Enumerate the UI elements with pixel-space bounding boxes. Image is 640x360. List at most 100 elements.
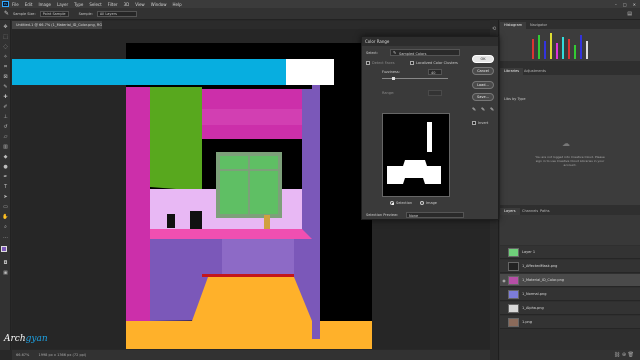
invert-label: Invert <box>478 121 489 125</box>
new-layer-icon[interactable]: ⊕ <box>622 352 626 358</box>
tab-navigator[interactable]: Navigator <box>526 22 551 29</box>
menu-edit[interactable]: Edit <box>25 2 33 7</box>
zoom-readout[interactable]: 66.67% <box>16 353 29 357</box>
tab-paths[interactable]: Paths <box>536 208 554 215</box>
quick-mask-icon[interactable]: ◘ <box>2 260 9 267</box>
window-controls: – □ ✕ <box>615 2 636 7</box>
layer-row[interactable]: 1.png <box>500 316 640 329</box>
layer-row[interactable]: 1_Alpha.png <box>500 302 640 315</box>
blur-tool-icon[interactable]: ◆ <box>2 154 9 161</box>
minimize-icon[interactable]: – <box>615 2 617 7</box>
eyedropper-plus-icon[interactable]: ✎ <box>481 107 485 113</box>
menu-window[interactable]: Window <box>151 2 167 7</box>
archgyan-logo: Arch gyan <box>4 330 48 348</box>
sample-dropdown[interactable]: All Layers <box>96 10 137 17</box>
fuzziness-value: 40 <box>431 71 436 75</box>
preview-mode-dropdown[interactable]: None <box>406 212 464 218</box>
layer-thumbnail <box>508 261 519 271</box>
eyedropper-small-icon: ✎ <box>393 50 397 55</box>
image-radio[interactable] <box>420 201 424 205</box>
fuzziness-label: Fuzziness: <box>382 70 400 74</box>
cancel-button[interactable]: Cancel <box>472 67 494 75</box>
crop-tool-icon[interactable]: ⌗ <box>2 64 9 71</box>
screen-mode-icon[interactable]: ▣ <box>2 270 9 277</box>
document-tab[interactable]: Untitled-1 @ 66.7% (1_Material_ID_Color.… <box>12 21 102 29</box>
link-layers-icon[interactable]: ⛓ <box>614 352 620 358</box>
eyedropper-icon[interactable]: ✎ <box>2 84 9 91</box>
maximize-icon[interactable]: □ <box>623 2 627 7</box>
layer-row[interactable]: 1_AffectedMask.png <box>500 260 640 273</box>
range-label: Range: <box>382 91 395 95</box>
menu-file[interactable]: File <box>12 2 19 7</box>
layers-footer-icons: ⛓ ⊕ 🗑 <box>500 350 640 360</box>
brush-tool-icon[interactable]: ✐ <box>2 104 9 111</box>
library-type-select[interactable]: Libs by Type <box>504 97 526 101</box>
hand-tool-icon[interactable]: ✋ <box>2 214 9 221</box>
layer-name: Layer 1 <box>522 250 536 254</box>
history-brush-icon[interactable]: ↺ <box>2 124 9 131</box>
menu-view[interactable]: View <box>135 2 145 7</box>
menu-type[interactable]: Type <box>74 2 83 7</box>
libraries-message: You are not logged into Creative Cloud. … <box>535 155 605 167</box>
layer-row-selected[interactable]: ◉ 1_Material_ID_Color.png <box>500 274 640 287</box>
zoom-tool-icon[interactable]: ⌕ <box>2 224 9 231</box>
tab-layers[interactable]: Layers <box>500 208 520 215</box>
menu-3d[interactable]: 3D <box>124 2 130 7</box>
menu-layer[interactable]: Layer <box>57 2 68 7</box>
selection-radio[interactable] <box>390 201 394 205</box>
delete-layer-icon[interactable]: 🗑 <box>628 352 634 358</box>
pen-tool-icon[interactable]: ✒ <box>2 174 9 181</box>
layer-row[interactable]: 1_Normal.png <box>500 288 640 301</box>
history-panel-icon[interactable]: ⟲ <box>492 26 496 32</box>
tab-adjustments[interactable]: Adjustments <box>520 68 550 75</box>
color-range-dialog: Color Range Select: ✎ Sampled Colors Det… <box>361 36 499 220</box>
selection-preview[interactable] <box>382 113 450 197</box>
menu-select[interactable]: Select <box>89 2 101 7</box>
select-label: Select: <box>366 51 378 55</box>
eyedropper-icon[interactable]: ✎ <box>472 107 476 113</box>
eraser-tool-icon[interactable]: ▱ <box>2 134 9 141</box>
layer-row[interactable]: Layer 1 <box>500 246 640 259</box>
lasso-tool-icon[interactable]: ◌ <box>2 44 9 51</box>
healing-brush-icon[interactable]: ✚ <box>2 94 9 101</box>
fuzziness-slider-thumb[interactable] <box>392 77 395 80</box>
layer-name: 1_Alpha.png <box>522 306 544 310</box>
layer-thumbnail <box>508 317 519 327</box>
close-icon[interactable]: ✕ <box>633 2 636 7</box>
save-button[interactable]: Save... <box>472 93 494 101</box>
type-tool-icon[interactable]: T <box>2 184 9 191</box>
more-tools-icon[interactable]: … <box>2 234 9 241</box>
menu-filter[interactable]: Filter <box>108 2 118 7</box>
ok-button[interactable]: OK <box>472 55 494 63</box>
frame-tool-icon[interactable]: ⊠ <box>2 74 9 81</box>
gradient-tool-icon[interactable]: ▥ <box>2 144 9 151</box>
sample-size-dropdown[interactable]: Point Sample <box>39 10 69 17</box>
tab-histogram[interactable]: Histogram <box>500 22 527 29</box>
menu-help[interactable]: Help <box>172 2 181 7</box>
workspace-icon[interactable]: ▤ <box>627 11 632 17</box>
quick-select-tool-icon[interactable]: ✧ <box>2 54 9 61</box>
eyedropper-minus-icon[interactable]: ✎ <box>490 107 494 113</box>
select-dropdown[interactable]: ✎ Sampled Colors <box>390 49 460 56</box>
invert-checkbox[interactable] <box>472 121 476 125</box>
localized-clusters-checkbox[interactable] <box>410 61 414 65</box>
rectangle-tool-icon[interactable]: ▭ <box>2 204 9 211</box>
kickboard-region <box>202 274 294 277</box>
visibility-icon[interactable]: ◉ <box>500 278 508 283</box>
foreground-color-swatch[interactable] <box>1 246 7 252</box>
range-input[interactable] <box>428 90 442 96</box>
move-tool-icon[interactable]: ✥ <box>2 24 9 31</box>
dodge-tool-icon[interactable]: ● <box>2 164 9 171</box>
layer-name: 1_Material_ID_Color.png <box>522 278 565 282</box>
menu-image[interactable]: Image <box>38 2 51 7</box>
histogram-graph <box>532 33 588 59</box>
fuzziness-input[interactable]: 40 <box>428 69 442 75</box>
libraries-panel: Libs by Type ☁ You are not logged into C… <box>500 75 640 205</box>
stamp-tool-icon[interactable]: ⊥ <box>2 114 9 121</box>
marquee-tool-icon[interactable]: ⬚ <box>2 34 9 41</box>
load-button[interactable]: Load... <box>472 81 494 89</box>
eyedropper-tool-icon[interactable]: ✎ <box>4 10 9 17</box>
detect-faces-checkbox[interactable] <box>366 61 370 65</box>
appliance-shape <box>190 211 202 229</box>
path-select-icon[interactable]: ➤ <box>2 194 9 201</box>
